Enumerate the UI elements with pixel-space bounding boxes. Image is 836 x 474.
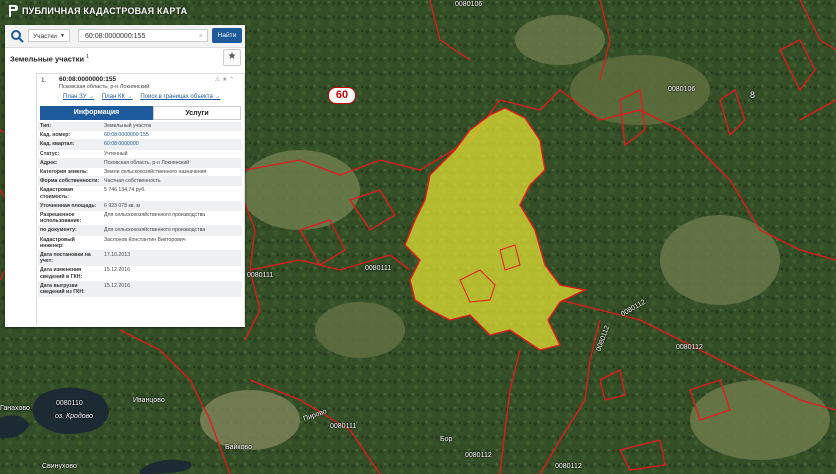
attribute-value: Псковская область, р-н Локнянский [104,159,190,166]
object-type-select[interactable]: Участки ▼ [28,29,70,42]
attribute-row: Дата выгрузки сведений из ГКН: 15.12.2016 [38,281,242,298]
attribute-key: Адрес: [40,159,58,166]
attribute-key: Тип: [40,123,52,129]
road-number-shield: 60 [328,87,356,104]
attribute-row: Кад. квартал: 60:08:0000000 [38,140,242,150]
plan-zu-link[interactable]: План ЗУ → [63,94,94,100]
village-label: Байково [225,444,252,451]
quarter-label: 0080111 [365,265,392,272]
attribute-key: Кад. квартал: [40,141,75,148]
attribute-key: Уточненная площадь: [40,202,97,209]
result-tabs: Информация Услуги [40,106,241,120]
attribute-value: 17.10.2013 [104,252,130,259]
quarter-label: 0080106 [668,86,696,93]
attribute-value: Для сельскохозяйственного производства [104,227,206,234]
search-query: 60:08:0000000:155 [85,33,146,40]
attribute-row: Дата постановки на учет: 17.10.2013 [38,251,242,267]
attribute-row: Кадастровый инженер: Заслонов Константин … [38,236,242,252]
favorite-icon[interactable]: ★ [222,77,227,83]
plan-kk-link[interactable]: План КК → [102,94,133,100]
result-links: План ЗУ → План КК → Поиск в границах объ… [63,94,226,100]
village-label: Бор [440,436,453,443]
search-in-bounds-link[interactable]: Поиск в границах объекта → [140,94,220,100]
app-header: ПУБЛИЧНАЯ КАДАСТРОВАЯ КАРТА [0,0,836,22]
attribute-value: Учтенный [104,150,128,157]
app-title: ПУБЛИЧНАЯ КАДАСТРОВАЯ КАРТА [22,6,188,16]
result-cad-number[interactable]: 60:08:0000000:155 [59,76,116,83]
village-label: Ганахово [0,405,30,412]
search-bar: Участки ▼ 60:08:0000000:155 × Найти [5,25,245,48]
result-address: Псковская область, р-н Локнянский [59,84,150,90]
find-button[interactable]: Найти [212,28,242,43]
attribute-key: Кадастровая стоимость: [40,187,74,200]
attribute-key: Форма собственности: [40,178,100,185]
quarter-label: 0080110 [56,400,83,407]
attribute-value: 15.12.2016 [104,267,130,274]
attribute-value: 15.12.2016 [104,282,130,289]
attribute-row: по документу: Для сельскохозяйственного п… [38,226,242,236]
attribute-key: Кадастровый инженер: [40,236,75,249]
result-index: 1. [41,77,47,84]
attribute-value: Для сельскохозяйственного производства [104,212,206,219]
village-label: Свинухово [42,463,77,470]
warning-icon[interactable]: ⚠ [215,77,220,83]
attribute-value[interactable]: 60:08:0000000 [102,140,242,148]
quarter-digit-label: 8 [750,90,756,100]
object-type-label: Участки [33,33,57,40]
village-label: Иванцово [133,397,165,404]
attribute-value: 5 746 134,74 руб. [104,187,146,194]
search-icon[interactable] [10,29,24,43]
attribute-key: Дата выгрузки сведений из ГКН: [40,282,85,296]
attribute-value[interactable]: 60:08:0000000:155 [102,131,242,139]
attribute-row: Тип: Земельный участок [38,122,242,132]
logo-icon [9,5,18,17]
attribute-row: Кадастровая стоимость: 5 746 134,74 руб. [38,186,242,202]
card-actions: ⚠ ★ ⌃ [215,76,234,83]
tab-services[interactable]: Услуги [153,106,241,120]
attribute-key: Категория земель: [40,169,88,176]
chevron-down-icon: ▼ [60,33,65,39]
attribute-key: Статус: [40,150,60,157]
attributes-table: Тип: Земельный участок Кад. номер: 60:08:00… [38,122,242,298]
favorite-star-button[interactable]: ★ [223,49,241,66]
attribute-key: Дата изменения сведений в ГКН: [40,267,83,280]
attribute-value: Земли сельскохозяйственного назначения [104,169,207,176]
quarter-label: 0080111 [330,423,357,430]
collapse-icon[interactable]: ⌃ [229,77,234,83]
attribute-value: 6 923 078 кв. м [104,202,140,209]
attribute-row: Кад. номер: 60:08:0000000:155 [38,131,242,141]
lake-label: оз. Кродово [55,413,94,420]
attribute-row: Категория земель: Земли сельскохозяйствен… [38,168,242,178]
search-input[interactable]: 60:08:0000000:155 × [78,29,208,42]
attribute-row: Разрешенное использование: Для сельскохоз… [38,211,242,227]
clear-icon[interactable]: × [199,30,203,43]
info-panel: Участки ▼ 60:08:0000000:155 × Найти Земе… [5,25,245,327]
result-count: 1 [86,54,89,60]
section-title: Земельные участки 1 [10,54,89,64]
attribute-key: Разрешенное использование: [40,212,82,225]
quarter-label: 0080112 [465,452,492,459]
attribute-key: Кад. номер: [40,132,71,139]
quarter-label: 0080111 [247,272,274,279]
tab-information[interactable]: Информация [40,106,153,120]
attribute-row: Адрес: Псковская область, р-н Локнянский [38,158,242,169]
attribute-row: Дата изменения сведений в ГКН: 15.12.2016 [38,266,242,282]
attribute-value: Земельный участок [104,123,152,129]
section-title-text: Земельные участки [10,54,84,64]
attribute-row: Уточненная площадь: 6 923 078 кв. м [38,201,242,212]
attribute-key: Дата постановки на учет: [40,252,91,265]
quarter-label: 0080112 [555,463,582,470]
attribute-value: Частная собственность [104,178,161,185]
attribute-row: Форма собственности: Частная собственност… [38,177,242,187]
quarter-label: 0080112 [676,344,703,351]
attribute-row: Статус: Учтенный [38,150,242,159]
attribute-value: Заслонов Константин Викторович [104,236,186,243]
attribute-key: по документу: [40,227,77,234]
